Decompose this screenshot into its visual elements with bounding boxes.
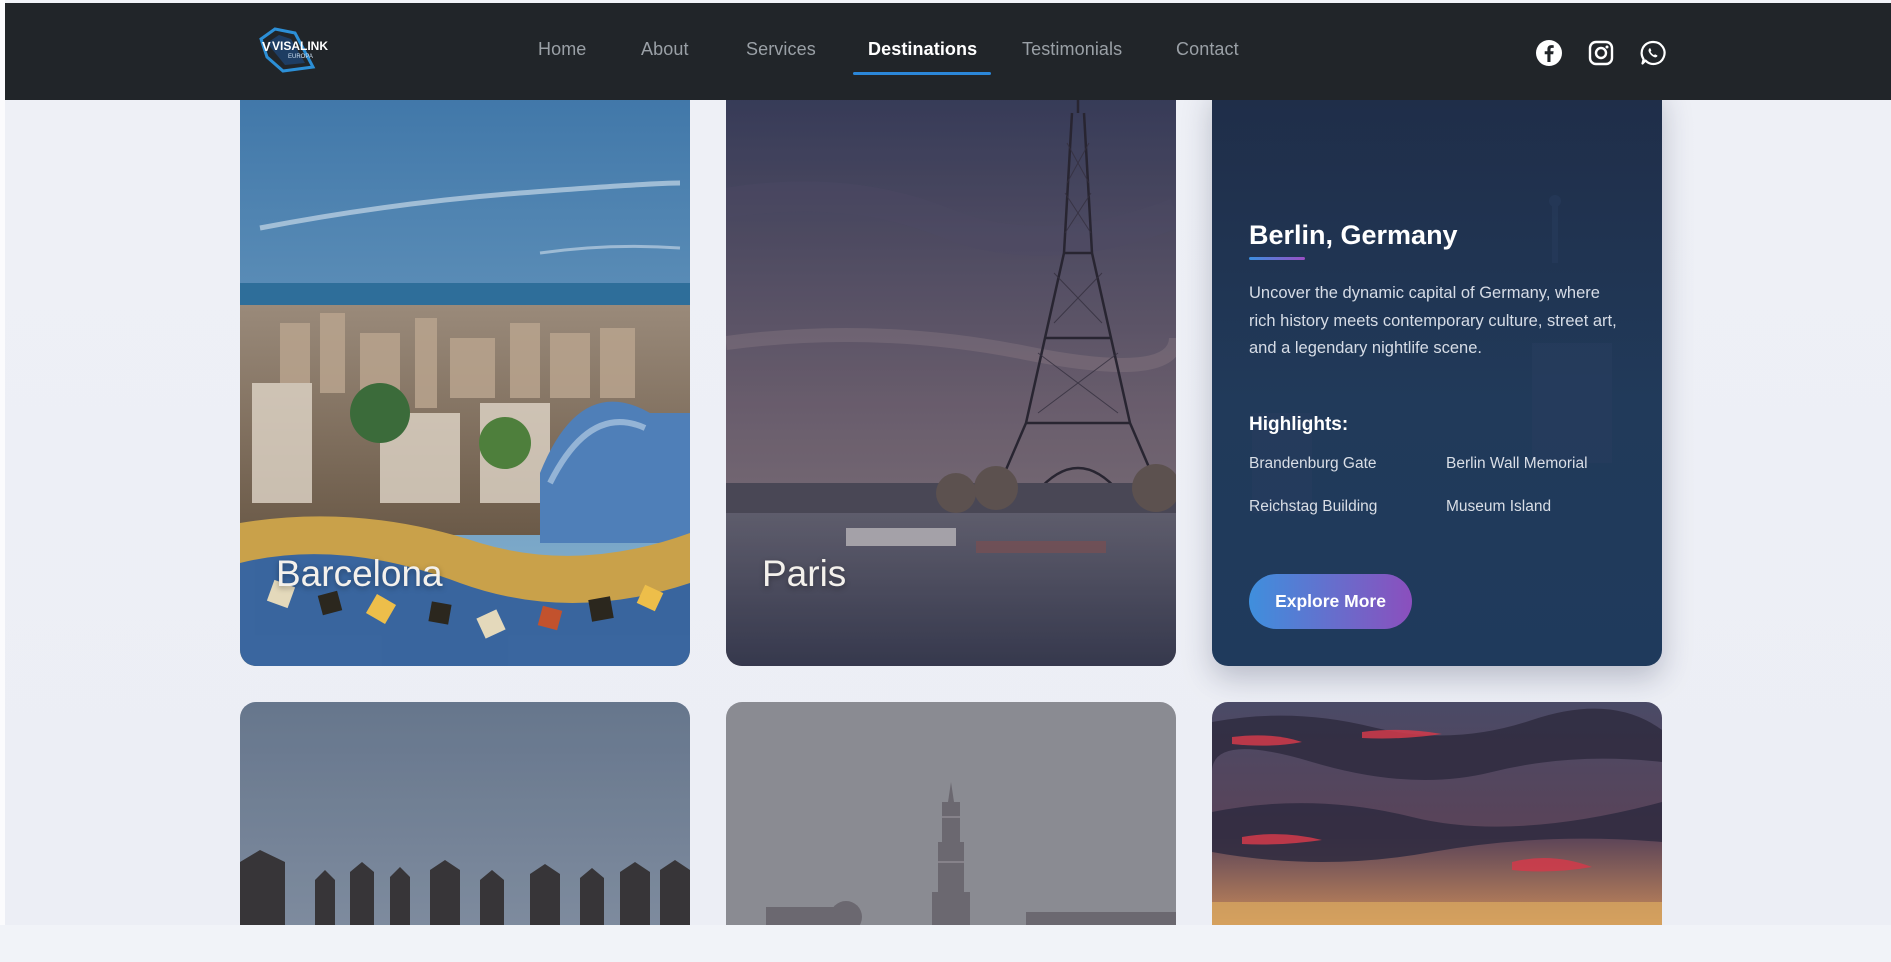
highlight-item: Berlin Wall Memorial bbox=[1446, 455, 1588, 472]
nav-link-services[interactable]: Services bbox=[746, 39, 816, 60]
sunset-image bbox=[1212, 702, 1662, 925]
active-nav-indicator bbox=[853, 72, 991, 75]
instagram-icon[interactable] bbox=[1587, 39, 1615, 67]
nav-link-destinations[interactable]: Destinations bbox=[868, 39, 977, 60]
highlights-heading: Highlights: bbox=[1249, 414, 1349, 435]
card-label: Paris bbox=[762, 553, 847, 594]
brussels-image bbox=[726, 702, 1176, 933]
highlight-item: Brandenburg Gate bbox=[1249, 455, 1377, 472]
card-label: Barcelona bbox=[276, 553, 443, 594]
whatsapp-icon[interactable] bbox=[1639, 39, 1667, 67]
nav-link-home[interactable]: Home bbox=[538, 39, 586, 60]
highlight-item: Reichstag Building bbox=[1249, 498, 1378, 515]
berlin-description: Uncover the dynamic capital of Germany, … bbox=[1249, 284, 1617, 357]
explore-more-button[interactable]: Explore More bbox=[1249, 574, 1412, 629]
top-navbar: V VISALINK EUROPA Home About Services De… bbox=[5, 3, 1891, 100]
nav-link-testimonials[interactable]: Testimonials bbox=[1022, 39, 1122, 60]
facebook-icon[interactable] bbox=[1535, 39, 1563, 67]
destination-card-amsterdam[interactable] bbox=[240, 702, 690, 962]
title-accent-line bbox=[1249, 257, 1305, 260]
highlight-item: Museum Island bbox=[1446, 498, 1552, 515]
nav-link-contact[interactable]: Contact bbox=[1176, 39, 1239, 60]
destination-card-barcelona[interactable]: Barcelona bbox=[240, 83, 690, 666]
destination-card-brussels[interactable] bbox=[726, 702, 1176, 962]
amsterdam-image bbox=[240, 702, 690, 925]
nav-link-about[interactable]: About bbox=[641, 39, 689, 60]
destination-card-berlin[interactable]: Berlin, Germany Uncover the dynamic capi… bbox=[1212, 83, 1662, 666]
destination-card-sunset[interactable] bbox=[1212, 702, 1662, 962]
destination-card-paris[interactable]: Paris bbox=[726, 83, 1176, 666]
berlin-title: Berlin, Germany bbox=[1249, 220, 1458, 250]
